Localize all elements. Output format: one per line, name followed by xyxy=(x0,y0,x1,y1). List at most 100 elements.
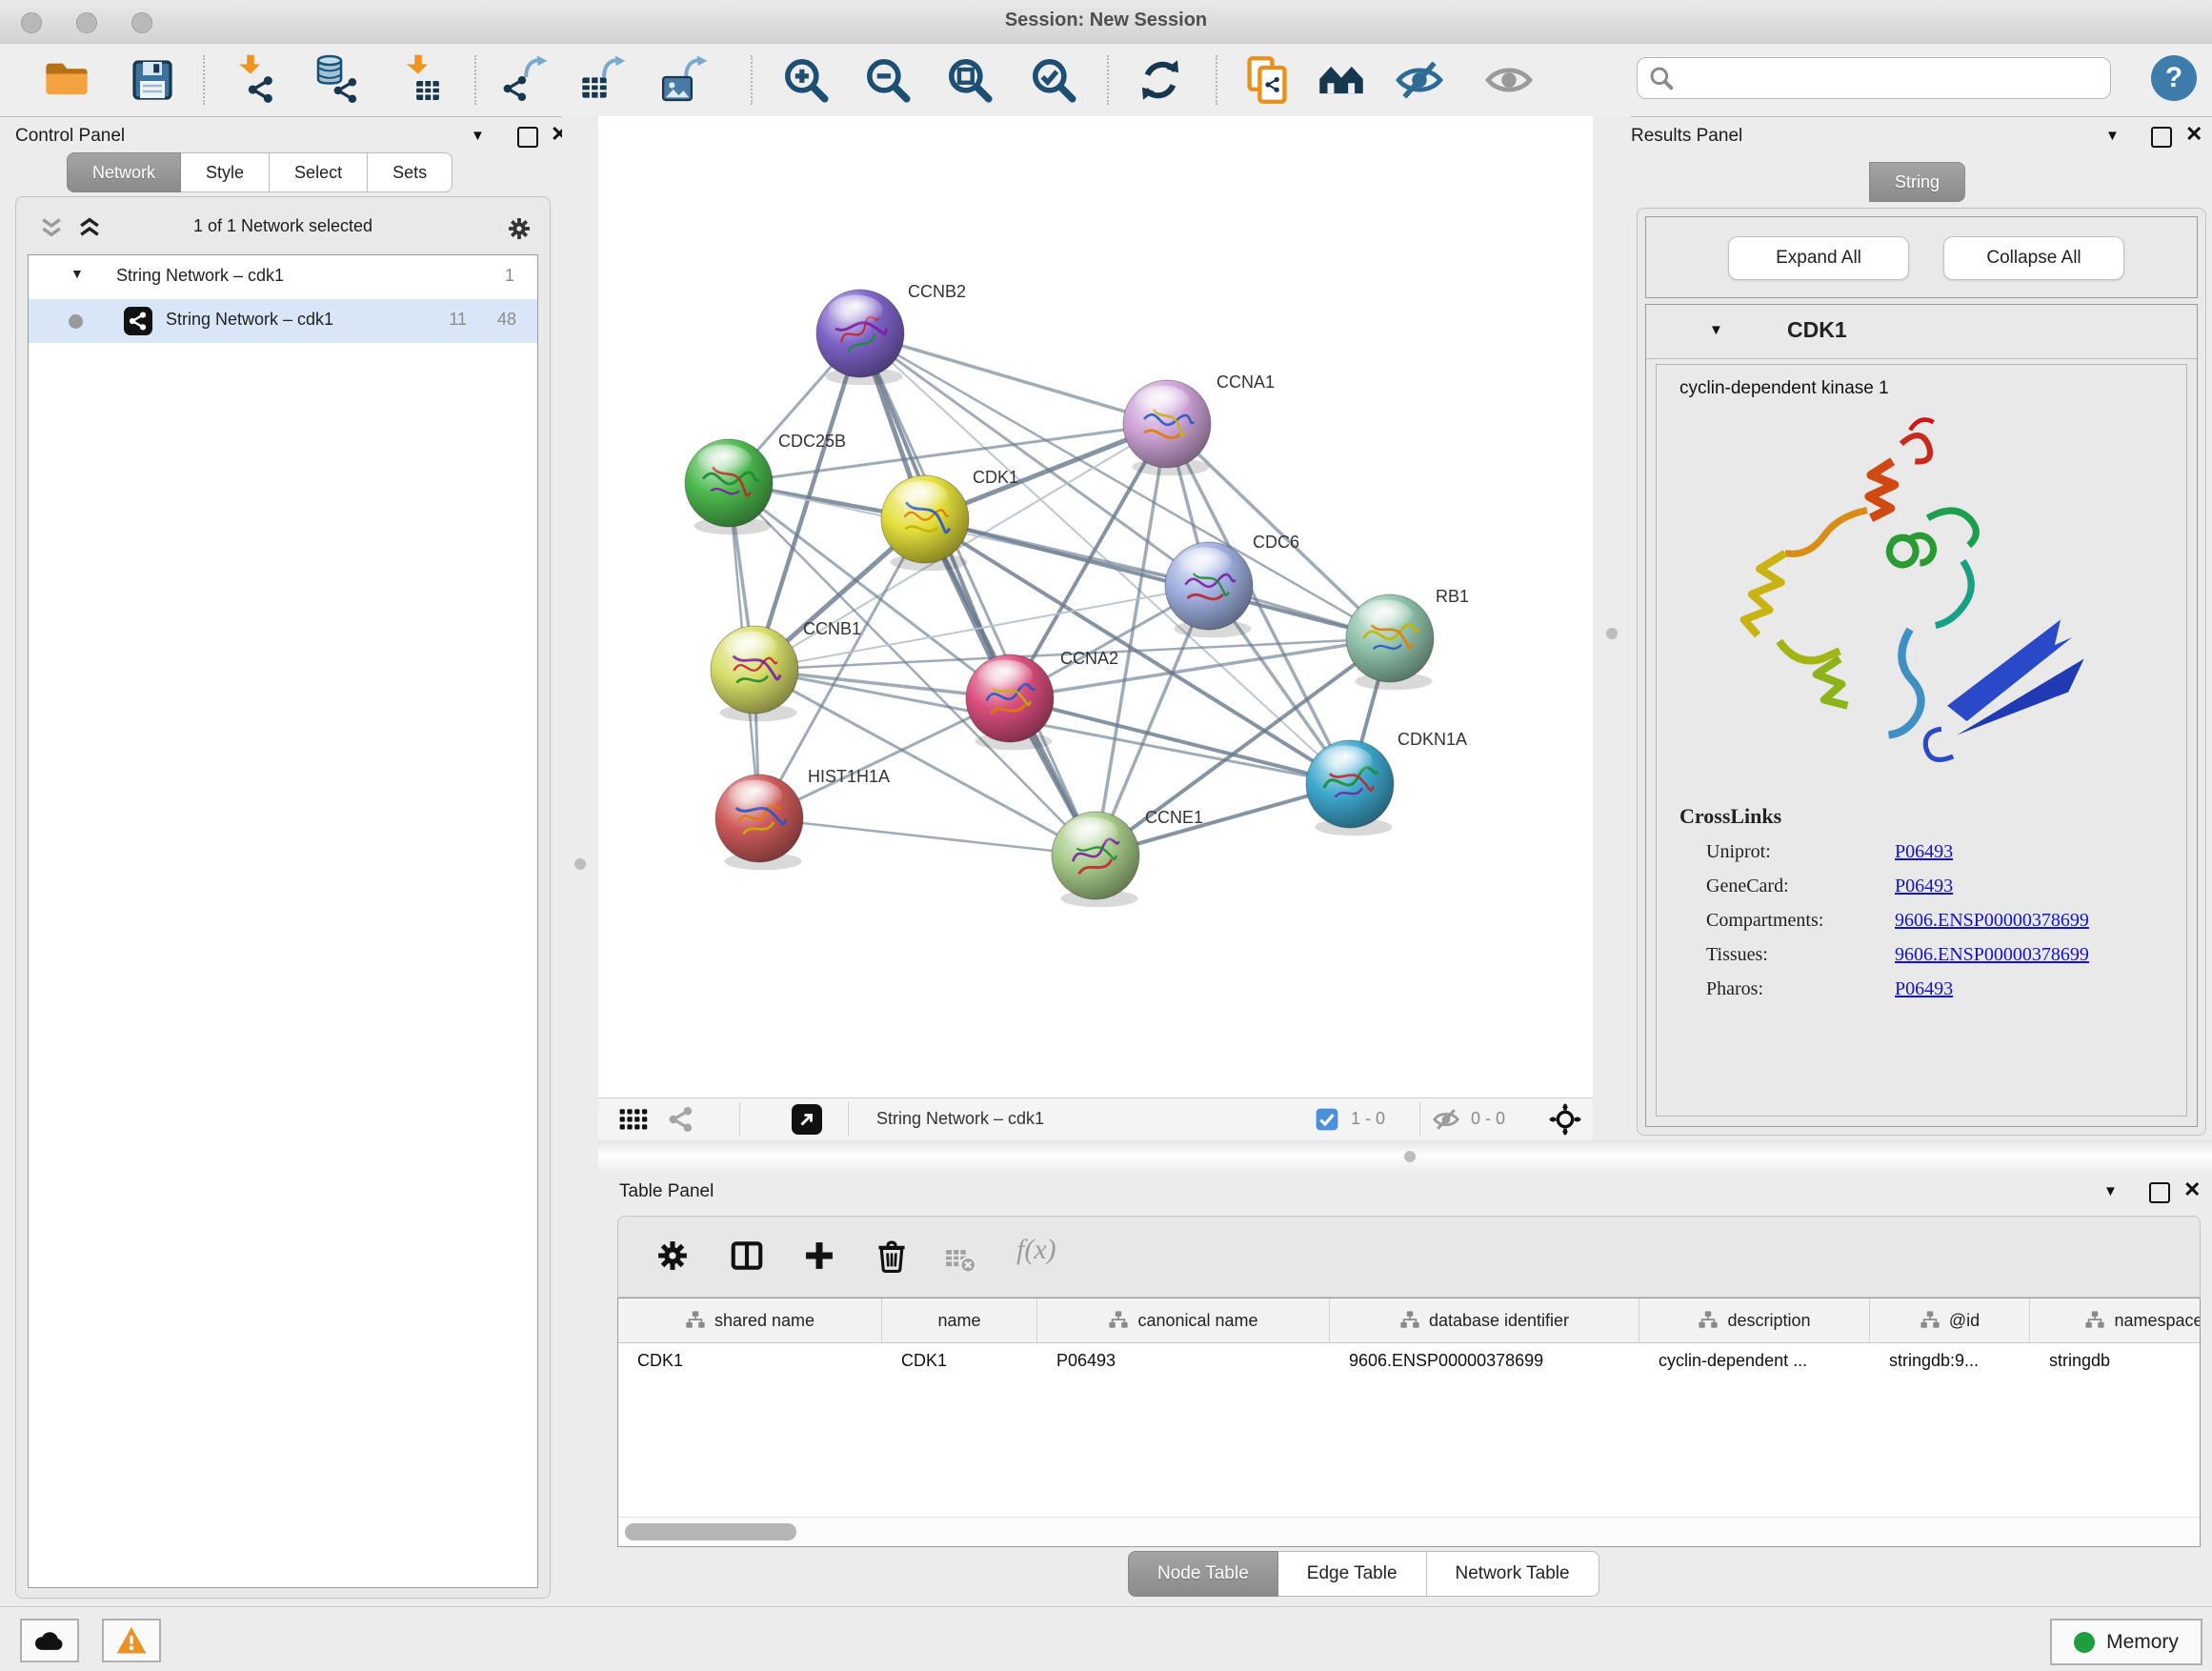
panel-menu-icon[interactable]: ▼ xyxy=(2105,128,2120,144)
column-header-description[interactable]: description xyxy=(1639,1299,1870,1342)
expand-all-button[interactable]: Expand All xyxy=(1728,236,1909,280)
save-session-button[interactable] xyxy=(126,53,179,107)
tab-network-table[interactable]: Network Table xyxy=(1427,1551,1599,1597)
table-cell[interactable]: cyclin-dependent ... xyxy=(1639,1351,1870,1371)
table-horizontal-scrollbar[interactable] xyxy=(618,1517,2200,1546)
panel-float-icon[interactable] xyxy=(2151,127,2172,148)
first-neighbors-button[interactable] xyxy=(1315,53,1368,107)
panel-float-icon[interactable] xyxy=(517,127,538,148)
node-details-header[interactable]: ▼ CDK1 xyxy=(1646,305,2197,359)
node-CCNE1[interactable] xyxy=(1052,812,1139,907)
new-network-from-selection-button[interactable] xyxy=(1240,53,1294,107)
left-splitter[interactable] xyxy=(562,116,598,1606)
horizontal-splitter[interactable] xyxy=(598,1139,2212,1174)
tree-expander-icon[interactable]: ▼ xyxy=(70,266,84,281)
node-CCNA1[interactable] xyxy=(1123,380,1211,475)
birdseye-view-button[interactable] xyxy=(792,1104,822,1135)
node-CDC6[interactable] xyxy=(1165,542,1253,637)
edge-CCNB2-CCNE1[interactable] xyxy=(860,333,1096,856)
panel-close-icon[interactable]: ✕ xyxy=(2183,1178,2201,1202)
crosshair-icon[interactable] xyxy=(1549,1103,1581,1136)
network-collection-row[interactable]: ▼ String Network – cdk1 1 xyxy=(29,255,537,299)
table-row[interactable]: CDK1CDK1P064939606.ENSP00000378699cyclin… xyxy=(618,1343,2200,1378)
node-CDKN1A[interactable] xyxy=(1306,740,1394,836)
delete-column-icon[interactable] xyxy=(874,1238,910,1274)
right-splitter[interactable] xyxy=(1593,116,1631,1139)
export-image-button[interactable] xyxy=(659,53,713,107)
splitter-grip[interactable] xyxy=(1404,1151,1416,1162)
column-header-shared-name[interactable]: shared name xyxy=(618,1299,882,1342)
panel-menu-icon[interactable]: ▼ xyxy=(2103,1183,2118,1199)
zoom-out-button[interactable] xyxy=(861,53,915,107)
grid-view-icon[interactable] xyxy=(619,1108,648,1131)
column-header-namespace[interactable]: namespace xyxy=(2030,1299,2201,1342)
table-cell[interactable]: stringdb xyxy=(2030,1351,2201,1371)
splitter-grip[interactable] xyxy=(574,858,586,870)
tab-sets[interactable]: Sets xyxy=(368,152,452,192)
zoom-selected-button[interactable] xyxy=(1027,53,1080,107)
network-row[interactable]: String Network – cdk1 11 48 xyxy=(29,299,537,343)
warnings-button[interactable] xyxy=(102,1619,161,1662)
scrollbar-thumb[interactable] xyxy=(625,1523,796,1540)
export-network-button[interactable] xyxy=(499,53,553,107)
edge-CCNB2-CCNA1[interactable] xyxy=(860,333,1167,424)
columns-icon[interactable] xyxy=(729,1238,765,1274)
table-cell[interactable]: CDK1 xyxy=(618,1351,882,1371)
import-network-from-file-button[interactable] xyxy=(229,53,282,107)
refresh-view-button[interactable] xyxy=(1134,53,1187,107)
crosslink-link[interactable]: P06493 xyxy=(1895,978,1953,1000)
column-header-name[interactable]: name xyxy=(882,1299,1037,1342)
add-column-icon[interactable] xyxy=(801,1238,837,1274)
splitter-grip[interactable] xyxy=(1606,628,1618,639)
network-canvas[interactable]: CCNB2CCNA1CDC25BCDK1CDC6RB1CCNB1CCNA2CDK… xyxy=(598,116,1593,1097)
column-header-canonical-name[interactable]: canonical name xyxy=(1037,1299,1330,1342)
hide-selected-button[interactable] xyxy=(1393,53,1446,107)
node-RB1[interactable] xyxy=(1346,594,1434,690)
crosslink-link[interactable]: P06493 xyxy=(1895,841,1953,863)
help-button[interactable]: ? xyxy=(2151,55,2197,101)
table-cell[interactable]: stringdb:9... xyxy=(1870,1351,2030,1371)
tab-network[interactable]: Network xyxy=(67,152,181,192)
table-cell[interactable]: P06493 xyxy=(1037,1351,1330,1371)
table-cell[interactable]: 9606.ENSP00000378699 xyxy=(1330,1351,1639,1371)
memory-button[interactable]: Memory xyxy=(2050,1619,2202,1665)
column-header--id[interactable]: @id xyxy=(1870,1299,2030,1342)
crosslink-link[interactable]: P06493 xyxy=(1895,876,1953,897)
collapse-all-button[interactable]: Collapse All xyxy=(1943,236,2124,280)
panel-menu-icon[interactable]: ▼ xyxy=(471,128,485,144)
edge-CDK1-RB1[interactable] xyxy=(925,519,1390,638)
search-input[interactable] xyxy=(1674,68,2099,90)
search-box xyxy=(1637,57,2111,99)
node-CCNB1[interactable] xyxy=(711,626,798,721)
cloud-status-button[interactable] xyxy=(20,1619,79,1662)
table-cell[interactable]: CDK1 xyxy=(882,1351,1037,1371)
section-expander-icon[interactable]: ▼ xyxy=(1709,322,1723,338)
gear-icon[interactable] xyxy=(506,215,533,242)
node-CDC25B[interactable] xyxy=(685,439,773,534)
crosslink-link[interactable]: 9606.ENSP00000378699 xyxy=(1895,910,2089,932)
open-session-button[interactable] xyxy=(40,53,93,107)
show-all-button[interactable] xyxy=(1482,53,1536,107)
zoom-fit-button[interactable] xyxy=(943,53,996,107)
hidden-eye-slash-icon[interactable] xyxy=(1433,1106,1459,1133)
tab-edge-table[interactable]: Edge Table xyxy=(1278,1551,1427,1597)
edge-HIST1H1A-CCNE1[interactable] xyxy=(759,818,1096,856)
import-table-from-file-button[interactable] xyxy=(394,53,448,107)
import-network-from-database-button[interactable] xyxy=(309,53,362,107)
tab-style[interactable]: Style xyxy=(181,152,270,192)
tab-string[interactable]: String xyxy=(1869,162,1965,202)
panel-close-icon[interactable]: ✕ xyxy=(2185,122,2202,147)
crosslink-link[interactable]: 9606.ENSP00000378699 xyxy=(1895,944,2089,966)
network-share-icon[interactable] xyxy=(667,1105,695,1134)
node-CCNB2[interactable] xyxy=(816,290,904,385)
column-header-database-identifier[interactable]: database identifier xyxy=(1330,1299,1639,1342)
zoom-in-button[interactable] xyxy=(779,53,833,107)
gear-icon[interactable] xyxy=(654,1238,691,1274)
node-HIST1H1A[interactable] xyxy=(715,775,803,870)
node-CDK1[interactable] xyxy=(881,475,969,571)
panel-float-icon[interactable] xyxy=(2149,1182,2170,1203)
tab-select[interactable]: Select xyxy=(270,152,368,192)
export-table-button[interactable] xyxy=(577,53,631,107)
tab-node-table[interactable]: Node Table xyxy=(1128,1551,1278,1597)
selected-checkbox-icon[interactable] xyxy=(1315,1107,1339,1132)
